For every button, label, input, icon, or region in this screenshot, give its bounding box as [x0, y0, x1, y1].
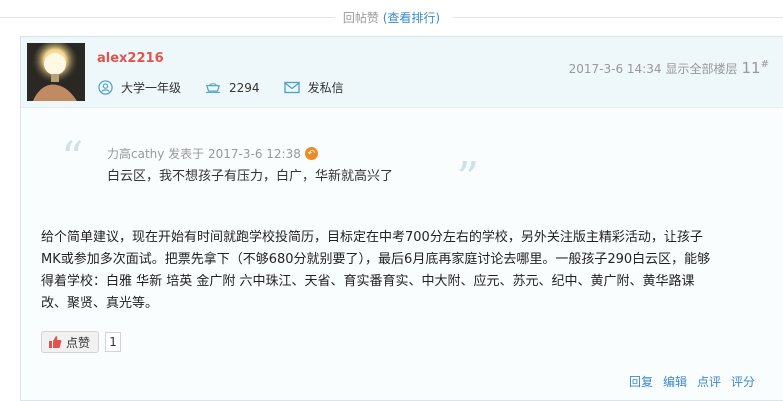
post-body-line: 改、聚贤、真光等。: [41, 296, 159, 311]
rate-link[interactable]: 评分: [731, 373, 755, 390]
floor-number: 11#: [742, 59, 769, 77]
post-actions: 回复 编辑 点评 评分: [619, 373, 755, 390]
send-message-label: 发私信: [307, 81, 344, 95]
thumbs-up-icon: [48, 335, 62, 349]
post-info: 2017-3-6 14:34 显示全部楼层 11#: [569, 59, 769, 77]
floor-suffix: #: [760, 59, 769, 70]
post-timestamp: 2017-3-6 14:34: [568, 62, 662, 76]
quote-block: “ ” 力高cathy 发表于 2017-3-6 12:38 ↶ 白云区，我不想…: [61, 133, 479, 201]
reply-likes-bar: 回帖赞 (查看排行): [0, 0, 783, 34]
quote-author: 力高cathy 发表于 2017-3-6 12:38: [107, 147, 301, 161]
like-button[interactable]: 点赞: [41, 331, 100, 353]
user-circle-icon: [97, 80, 113, 96]
floor-number-value: 11: [741, 59, 761, 77]
user-grade-label: 大学一年级: [121, 81, 182, 95]
coin-stack-icon: [205, 80, 221, 96]
user-grade: 大学一年级: [97, 79, 181, 96]
like-section: 点赞 1: [41, 331, 122, 353]
reply-likes-heading: 回帖赞 (查看排行): [334, 8, 449, 26]
post-body-line: MK或参加多次面试。把票先拿下（不够680分就别要了），最后6月底再家庭讨论去哪…: [41, 252, 711, 267]
divider: [0, 17, 340, 18]
post-body-line: 得着学校：白雅 华新 培英 金广附 六中珠江、天省、育实番育实、中大附、应元、苏…: [41, 274, 695, 289]
post-card: alex2216 大学一年级 2294 发私信 2017-3-6 14:34 显…: [20, 36, 783, 401]
close-quote-icon: ”: [456, 153, 480, 204]
username-link[interactable]: alex2216: [97, 51, 164, 66]
edit-link[interactable]: 编辑: [663, 373, 687, 390]
post-body: 给个简单建议，现在开始有时间就跑学校投简历，目标定在中考700分左右的学校，另外…: [41, 227, 766, 315]
post-header: alex2216 大学一年级 2294 发私信 2017-3-6 14:34 显…: [21, 37, 783, 108]
like-count: 1: [105, 332, 122, 352]
return-arrow-icon[interactable]: ↶: [304, 147, 318, 160]
open-quote-icon: “: [61, 133, 84, 184]
user-points-value: 2294: [229, 80, 260, 95]
envelope-icon: [283, 80, 300, 96]
divider: [453, 17, 783, 18]
user-points: 2294: [205, 80, 260, 96]
comment-link[interactable]: 点评: [697, 373, 721, 390]
show-all-floors-link[interactable]: 显示全部楼层: [666, 60, 738, 77]
reply-likes-title: 回帖赞: [342, 10, 379, 25]
user-meta: 大学一年级 2294 发私信: [97, 79, 368, 96]
view-ranking-link[interactable]: (查看排行): [383, 11, 440, 25]
quote-header: 力高cathy 发表于 2017-3-6 12:38 ↶: [107, 145, 318, 162]
reply-link[interactable]: 回复: [629, 373, 653, 390]
like-label: 点赞: [66, 335, 91, 350]
post-body-line: 给个简单建议，现在开始有时间就跑学校投简历，目标定在中考700分左右的学校，另外…: [41, 230, 703, 245]
quote-text: 白云区，我不想孩子有压力，白广，华新就高兴了: [107, 169, 394, 184]
send-private-message[interactable]: 发私信: [283, 79, 344, 96]
avatar[interactable]: [27, 43, 85, 101]
